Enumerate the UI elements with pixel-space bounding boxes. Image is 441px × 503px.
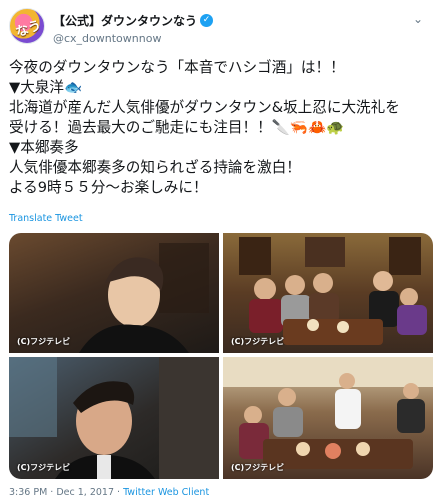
photo-watermark: (C)フジテレビ <box>17 337 71 346</box>
tweet-text: 今夜のダウンタウンなう「本音でハシゴ酒」は！！ ▼大泉洋🐟 北海道が産んだ人気俳… <box>9 58 435 198</box>
account-handle[interactable]: @cx_downtownnow <box>53 32 213 45</box>
account-names[interactable]: 【公式】ダウンタウンなう ✓ @cx_downtownnow <box>53 10 214 45</box>
tweet-time[interactable]: 3:36 PM <box>9 487 47 498</box>
media-photo-1[interactable]: (C)フジテレビ <box>9 233 219 353</box>
tweet-line: よる9時５５分～お楽しみに！ <box>9 179 208 196</box>
photo-4-scene <box>223 357 433 469</box>
tweet-line: ▼大泉洋🐟 <box>9 79 83 96</box>
display-name-text: 【公式】ダウンタウンなう <box>53 14 198 28</box>
tweet-client-link[interactable]: Twitter Web Client <box>123 487 209 498</box>
footer-separator: · <box>47 487 57 498</box>
media-grid: (C)フジテレビ (C)フジテレビ (C)フジテレビ (C)フジテレビ <box>9 233 433 479</box>
photo-3-scene <box>9 357 219 479</box>
photo-2-scene <box>239 237 427 345</box>
tweet-line: 人気俳優本郷奏多の知られざる持論を激白！ <box>9 159 301 176</box>
translate-tweet-link[interactable]: Translate Tweet <box>9 213 83 224</box>
tweet-line: 北海道が産んだ人気俳優がダウンタウン&坂上忍に大洗礼を <box>9 99 400 116</box>
verified-badge-icon: ✓ <box>200 14 214 27</box>
tweet-line: ▼本郷奏多 <box>9 139 79 156</box>
tweet-line: 受ける！過去最大のご馳走にも注目！！🔪🦐🦀🐢 <box>9 119 345 136</box>
tweet-line: 今夜のダウンタウンなう「本音でハシゴ酒」は！！ <box>9 59 345 76</box>
display-name[interactable]: 【公式】ダウンタウンなう ✓ <box>53 12 214 29</box>
avatar[interactable]: なう <box>9 8 45 44</box>
photo-1-scene <box>79 243 209 353</box>
photo-watermark: (C)フジテレビ <box>231 463 285 472</box>
tweet-header: なう 【公式】ダウンタウンなう ✓ @cx_downtownnow ⌄ <box>9 8 429 45</box>
media-photo-4[interactable]: (C)フジテレビ <box>223 357 433 479</box>
tweet-footer: 3:36 PM · Dec 1, 2017 · Twitter Web Clie… <box>9 487 209 498</box>
chevron-down-icon[interactable]: ⌄ <box>413 12 423 26</box>
avatar-logo-text: なう <box>13 18 44 41</box>
tweet-date[interactable]: Dec 1, 2017 <box>56 487 114 498</box>
photo-watermark: (C)フジテレビ <box>17 463 71 472</box>
media-photo-3[interactable]: (C)フジテレビ <box>9 357 219 479</box>
media-photo-2[interactable]: (C)フジテレビ <box>223 233 433 353</box>
footer-separator: · <box>114 487 124 498</box>
photo-watermark: (C)フジテレビ <box>231 337 285 346</box>
